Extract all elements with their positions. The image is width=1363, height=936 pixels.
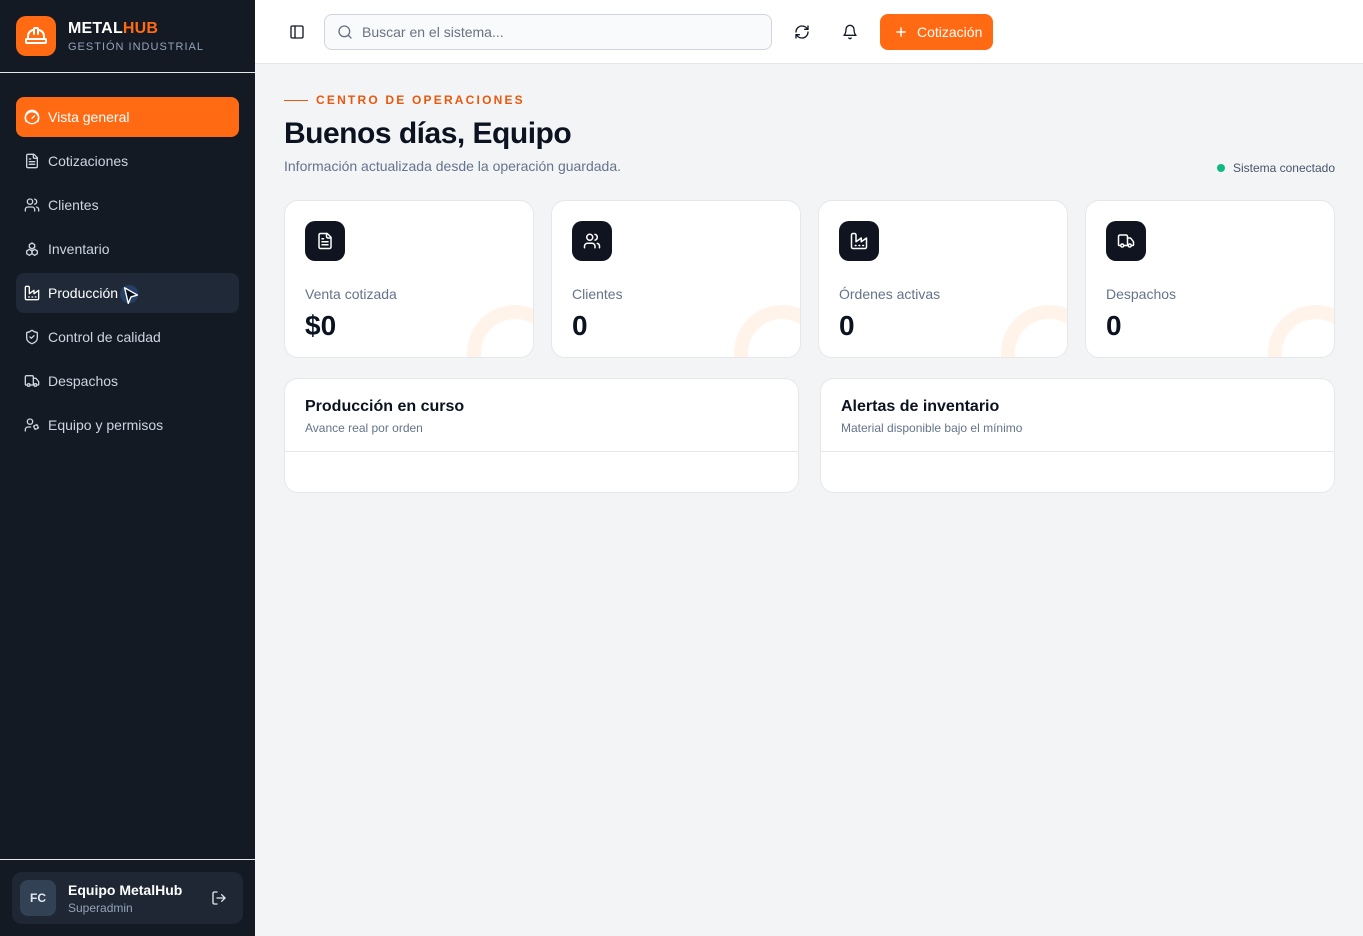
sidebar-item-inventario[interactable]: Inventario — [16, 229, 239, 269]
mouse-cursor-icon — [120, 285, 139, 305]
panel-title: Alertas de inventario — [841, 398, 1000, 415]
stat-card-ordenes-activas: Órdenes activas 0 — [818, 200, 1068, 358]
sidebar-nav: Vista general Cotizaciones Clientes Inve… — [0, 73, 255, 445]
sidebar-item-label: Vista general — [48, 109, 130, 125]
sidebar-item-label: Cotizaciones — [48, 153, 129, 169]
stat-label: Venta cotizada — [305, 286, 397, 302]
user-name: Equipo MetalHub — [68, 881, 183, 898]
panel-alertas-de-inventario: Alertas de inventario Material disponibl… — [820, 378, 1335, 493]
search-input[interactable] — [362, 24, 762, 40]
status-dot — [1216, 164, 1225, 172]
panel-title: Producción en curso — [305, 398, 465, 415]
plus-icon — [894, 25, 908, 39]
sidebar-item-cotizaciones[interactable]: Cotizaciones — [16, 141, 239, 181]
status-text: Sistema conectado — [1232, 161, 1335, 175]
status-indicator: Sistema conectado — [1216, 161, 1335, 175]
search-icon — [337, 24, 353, 40]
sidebar-footer: FC Equipo MetalHub Superadmin — [0, 859, 255, 936]
stat-card-clientes: Clientes 0 — [551, 200, 801, 358]
sidebar-item-label: Inventario — [48, 241, 110, 257]
truck-icon — [1106, 221, 1146, 261]
panel-subtitle: Material disponible bajo el mínimo — [841, 421, 1023, 435]
search-box[interactable] — [324, 14, 772, 50]
boxes-icon — [24, 241, 40, 257]
user-cog-icon — [24, 417, 40, 433]
panel-produccion-en-curso: Producción en curso Avance real por orde… — [284, 378, 799, 493]
bell-icon[interactable] — [838, 20, 862, 44]
stat-card-venta-cotizada: Venta cotizada $0 — [284, 200, 534, 358]
panel-subtitle: Avance real por orden — [305, 421, 423, 435]
sidebar-item-label: Control de calidad — [48, 329, 161, 345]
new-quote-label: Cotización — [917, 24, 983, 40]
sidebar: METALHUB GESTIÓN INDUSTRIAL Vista genera… — [0, 0, 255, 936]
sidebar-item-label: Clientes — [48, 197, 99, 213]
sidebar-item-label: Equipo y permisos — [48, 417, 164, 433]
sidebar-item-label: Despachos — [48, 373, 119, 389]
file-text-icon — [24, 153, 40, 169]
stat-label: Despachos — [1106, 286, 1177, 302]
factory-icon — [24, 285, 40, 301]
sidebar-item-equipo-y-permisos[interactable]: Equipo y permisos — [16, 405, 239, 445]
new-quote-button[interactable]: Cotización — [880, 14, 993, 50]
hard-hat-icon — [16, 16, 56, 56]
refresh-icon[interactable] — [790, 20, 814, 44]
shield-check-icon — [24, 329, 40, 345]
gauge-icon — [24, 109, 40, 125]
logout-icon[interactable] — [203, 882, 235, 914]
page-title: Buenos días, Equipo — [284, 117, 572, 150]
avatar: FC — [20, 880, 56, 916]
sidebar-item-despachos[interactable]: Despachos — [16, 361, 239, 401]
brand-subtitle: GESTIÓN INDUSTRIAL — [68, 40, 204, 53]
stat-label: Órdenes activas — [839, 286, 941, 302]
sidebar-item-vista-general[interactable]: Vista general — [16, 97, 239, 137]
sidebar-item-clientes[interactable]: Clientes — [16, 185, 239, 225]
section-eyebrow: CENTRO DE OPERACIONES — [284, 93, 525, 107]
stat-card-despachos: Despachos 0 — [1085, 200, 1335, 358]
factory-icon — [839, 221, 879, 261]
topbar: Cotización — [255, 0, 1363, 64]
brand-name-main: METAL — [68, 19, 123, 37]
user-role: Superadmin — [68, 900, 133, 915]
sidebar-item-control-de-calidad[interactable]: Control de calidad — [16, 317, 239, 357]
stats-row: Venta cotizada $0 Clientes 0 Órdenes act… — [284, 200, 1335, 358]
file-text-icon — [305, 221, 345, 261]
sidebar-toggle-icon[interactable] — [285, 20, 309, 44]
sidebar-item-label: Producción — [48, 285, 119, 301]
panels-row: Producción en curso Avance real por orde… — [284, 378, 1335, 493]
users-icon — [572, 221, 612, 261]
brand-name: METALHUB — [68, 20, 204, 38]
page-subtitle: Información actualizada desde la operaci… — [284, 158, 622, 174]
sidebar-item-produccion[interactable]: Producción — [16, 273, 239, 313]
brand[interactable]: METALHUB GESTIÓN INDUSTRIAL — [0, 0, 255, 73]
brand-name-accent: HUB — [122, 19, 159, 37]
users-icon — [24, 197, 40, 213]
stat-label: Clientes — [572, 286, 623, 302]
truck-icon — [24, 373, 40, 389]
user-card: FC Equipo MetalHub Superadmin — [12, 872, 243, 924]
eyebrow-text: CENTRO DE OPERACIONES — [316, 93, 525, 107]
